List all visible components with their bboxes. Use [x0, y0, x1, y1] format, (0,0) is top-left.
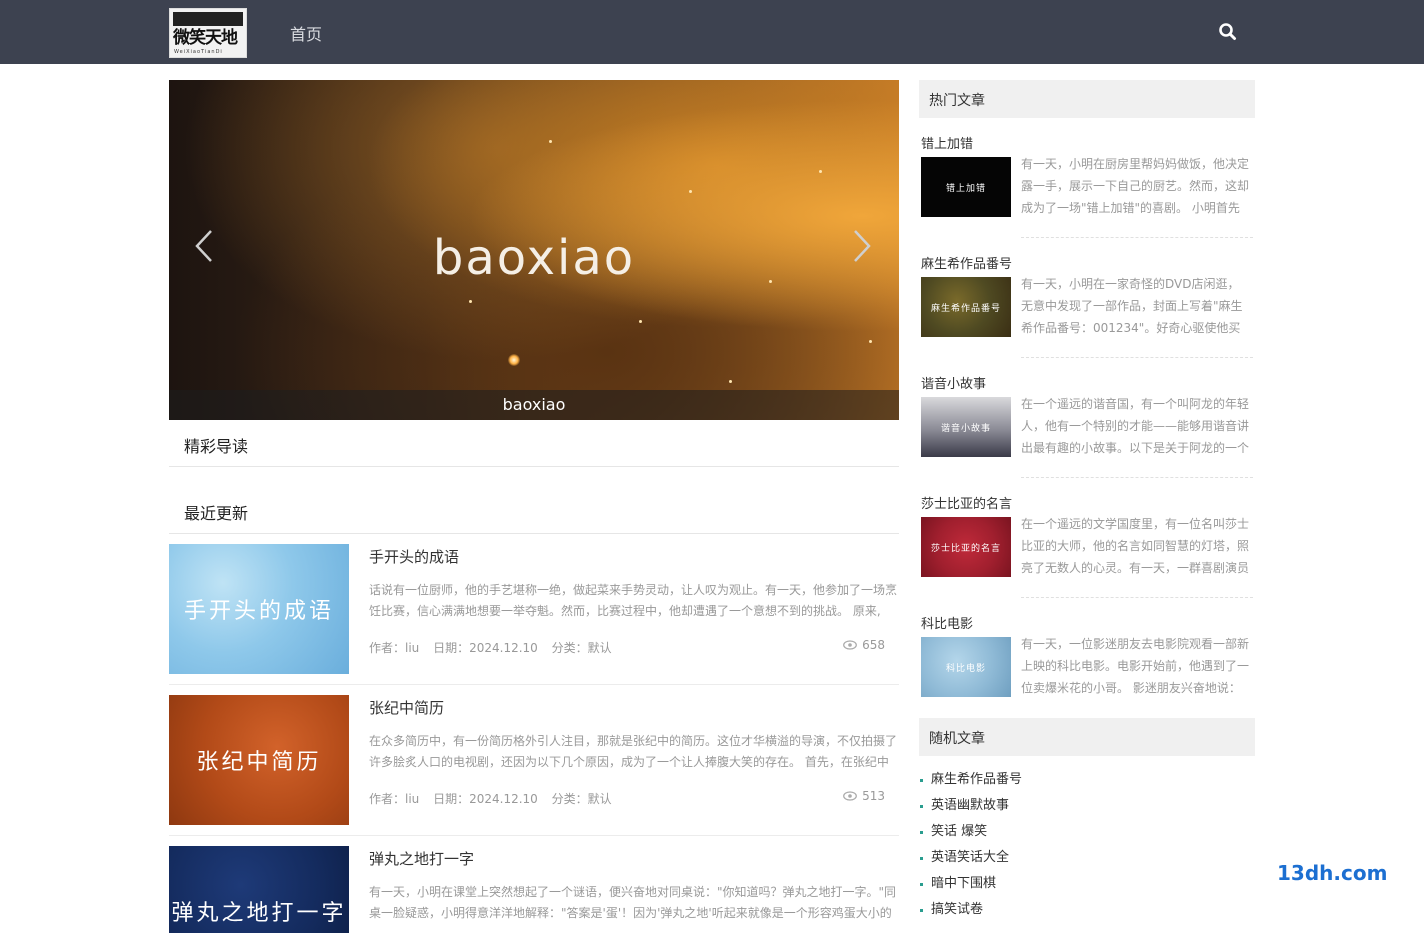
hot-thumbnail-text: 谐音小故事 — [940, 423, 991, 434]
hot-item-title[interactable]: 科比电影 — [921, 613, 973, 632]
hot-item-thumbnail[interactable]: 莎士比亚的名言 — [921, 517, 1011, 577]
post-view-count: 658 — [862, 638, 885, 652]
post-thumbnail[interactable]: 手开头的成语 — [169, 544, 349, 674]
slider-next-arrow-icon[interactable] — [847, 228, 877, 264]
star-decoration — [469, 300, 472, 303]
hot-item-title[interactable]: 错上加错 — [921, 133, 973, 152]
post-excerpt: 有一天，小明在课堂上突然想起了一个谜语，便兴奋地对同桌说："你知道吗？弹丸之地打… — [369, 885, 897, 920]
post-thumbnail[interactable]: 张纪中简历 — [169, 695, 349, 825]
site-logo[interactable]: 微笑天地 WeiXiaoTianDi — [169, 8, 247, 58]
post-date: 日期：2024.12.10 — [433, 641, 538, 655]
section-title-featured: 精彩导读 — [184, 437, 249, 456]
post-thumbnail[interactable]: 弹丸之地打一字 — [169, 846, 349, 933]
hot-item: 错上加错 错上加错 有一天，小明在厨房里帮妈妈做饭，他决定露一手，展示一下自己的… — [921, 133, 1253, 243]
post-title[interactable]: 张纪中简历 — [369, 697, 444, 718]
section-title-recent: 最近更新 — [184, 504, 249, 523]
random-article-link[interactable]: 搞笑试卷 — [919, 897, 1255, 923]
hot-divider — [1021, 477, 1253, 478]
post-date: 日期：2024.12.10 — [433, 792, 538, 806]
hot-item-thumbnail[interactable]: 科比电影 — [921, 637, 1011, 697]
hero-slider[interactable]: baoxiao baoxiao — [169, 80, 899, 420]
post-thumbnail-text: 弹丸之地打一字 — [171, 901, 347, 926]
divider — [169, 533, 899, 534]
post-divider — [169, 684, 899, 685]
post-item: 张纪中简历 张纪中简历 在众多简历中，有一份简历格外引人注目，那就是张纪中的简历… — [169, 695, 899, 825]
post-thumbnail-text: 张纪中简历 — [196, 750, 322, 775]
hot-item: 莎士比亚的名言 莎士比亚的名言 在一个遥远的文学国度里，有一位名叫莎士比亚的大师… — [921, 493, 1253, 603]
post-excerpt: 话说有一位厨师，他的手艺堪称一绝，做起菜来手势灵动，让人叹为观止。有一天，他参加… — [369, 583, 897, 618]
post-title[interactable]: 手开头的成语 — [369, 546, 459, 567]
nav-home-link[interactable]: 首页 — [290, 21, 322, 45]
post-author: 作者：liu — [369, 641, 420, 655]
logo-subtext: WeiXiaoTianDi — [174, 49, 223, 55]
sidebar-random-title: 随机文章 — [929, 731, 985, 747]
hot-item-excerpt: 在一个遥远的谐音国，有一个叫阿龙的年轻人，他有一个特别的才能——能够用谐音讲出最… — [1021, 397, 1250, 455]
post-divider — [169, 835, 899, 836]
hot-item-thumbnail[interactable]: 麻生希作品番号 — [921, 277, 1011, 337]
hot-item-thumbnail[interactable]: 谐音小故事 — [921, 397, 1011, 457]
search-icon[interactable] — [1218, 22, 1238, 42]
post-title[interactable]: 弹丸之地打一字 — [369, 848, 474, 869]
eye-icon — [843, 791, 857, 801]
hot-item-excerpt: 有一天，一位影迷朋友去电影院观看一部新上映的科比电影。电影开始前，他遇到了一位卖… — [1021, 637, 1250, 695]
random-article-link[interactable]: 英语笑话大全 — [919, 845, 1255, 871]
hot-thumbnail-text: 科比电影 — [945, 663, 986, 674]
random-article-list: 麻生希作品番号 英语幽默故事 笑话 爆笑 英语笑话大全 暗中下围棋 搞笑试卷 — [919, 767, 1255, 923]
hot-divider — [1021, 597, 1253, 598]
post-item: 手开头的成语 手开头的成语 话说有一位厨师，他的手艺堪称一绝，做起菜来手势灵动，… — [169, 544, 899, 674]
star-decoration — [819, 170, 822, 173]
hot-thumbnail-text: 麻生希作品番号 — [930, 303, 1001, 314]
slide-headline: baoxiao — [432, 230, 636, 286]
slider-prev-arrow-icon[interactable] — [191, 228, 221, 264]
hot-item-thumbnail[interactable]: 错上加错 — [921, 157, 1011, 217]
post-thumbnail-text: 手开头的成语 — [183, 599, 334, 624]
post-author: 作者：liu — [369, 792, 420, 806]
post-category[interactable]: 分类：默认 — [552, 792, 612, 806]
light-glow — [508, 354, 520, 366]
slide-caption[interactable]: baoxiao — [169, 390, 899, 420]
eye-icon — [843, 640, 857, 650]
random-article-link[interactable]: 麻生希作品番号 — [919, 767, 1255, 793]
random-article-link[interactable]: 英语幽默故事 — [919, 793, 1255, 819]
hot-item: 谐音小故事 谐音小故事 在一个遥远的谐音国，有一个叫阿龙的年轻人，他有一个特别的… — [921, 373, 1253, 483]
hot-divider — [1021, 237, 1253, 238]
star-decoration — [869, 340, 872, 343]
random-article-link[interactable]: 笑话 爆笑 — [919, 819, 1255, 845]
hot-item: 麻生希作品番号 麻生希作品番号 有一天，小明在一家奇怪的DVD店闲逛，无意中发现… — [921, 253, 1253, 363]
star-decoration — [689, 190, 692, 193]
post-meta: 作者：liu 日期：2024.12.10 分类：默认 — [369, 639, 622, 656]
star-decoration — [549, 140, 552, 143]
post-item: 弹丸之地打一字 弹丸之地打一字 有一天，小明在课堂上突然想起了一个谜语，便兴奋地… — [169, 846, 899, 933]
star-decoration — [729, 380, 732, 383]
hot-divider — [1021, 357, 1253, 358]
divider — [169, 466, 899, 467]
logo-banner — [173, 12, 243, 26]
post-views: 513 — [843, 789, 885, 803]
hot-item-excerpt: 有一天，小明在厨房里帮妈妈做饭，他决定露一手，展示一下自己的厨艺。然而，这却成为… — [1021, 157, 1250, 215]
site-watermark: 13dh.com — [1277, 861, 1388, 885]
hot-item-excerpt: 在一个遥远的文学国度里，有一位名叫莎士比亚的大师，他的名言如同智慧的灯塔，照亮了… — [1021, 517, 1250, 575]
sidebar-random-header: 随机文章 — [919, 718, 1255, 756]
hot-thumbnail-text: 错上加错 — [945, 183, 986, 194]
hot-item-title[interactable]: 谐音小故事 — [921, 373, 986, 392]
logo-text: 微笑天地 — [173, 28, 238, 48]
hot-item-title[interactable]: 麻生希作品番号 — [921, 253, 1012, 272]
sidebar-hot-title: 热门文章 — [929, 93, 985, 109]
hot-item-excerpt: 有一天，小明在一家奇怪的DVD店闲逛，无意中发现了一部作品，封面上写着"麻生希作… — [1021, 277, 1243, 335]
post-excerpt: 在众多简历中，有一份简历格外引人注目，那就是张纪中的简历。这位才华横溢的导演，不… — [369, 734, 897, 769]
hot-thumbnail-text: 莎士比亚的名言 — [930, 543, 1001, 554]
post-category[interactable]: 分类：默认 — [552, 641, 612, 655]
star-decoration — [639, 320, 642, 323]
hot-item: 科比电影 科比电影 有一天，一位影迷朋友去电影院观看一部新上映的科比电影。电影开… — [921, 613, 1253, 723]
post-view-count: 513 — [862, 789, 885, 803]
top-navbar: 微笑天地 WeiXiaoTianDi 首页 — [0, 0, 1424, 64]
post-meta: 作者：liu 日期：2024.12.10 分类：默认 — [369, 790, 622, 807]
sidebar-hot-header: 热门文章 — [919, 80, 1255, 118]
post-views: 658 — [843, 638, 885, 652]
hot-item-title[interactable]: 莎士比亚的名言 — [921, 493, 1012, 512]
random-article-link[interactable]: 暗中下围棋 — [919, 871, 1255, 897]
